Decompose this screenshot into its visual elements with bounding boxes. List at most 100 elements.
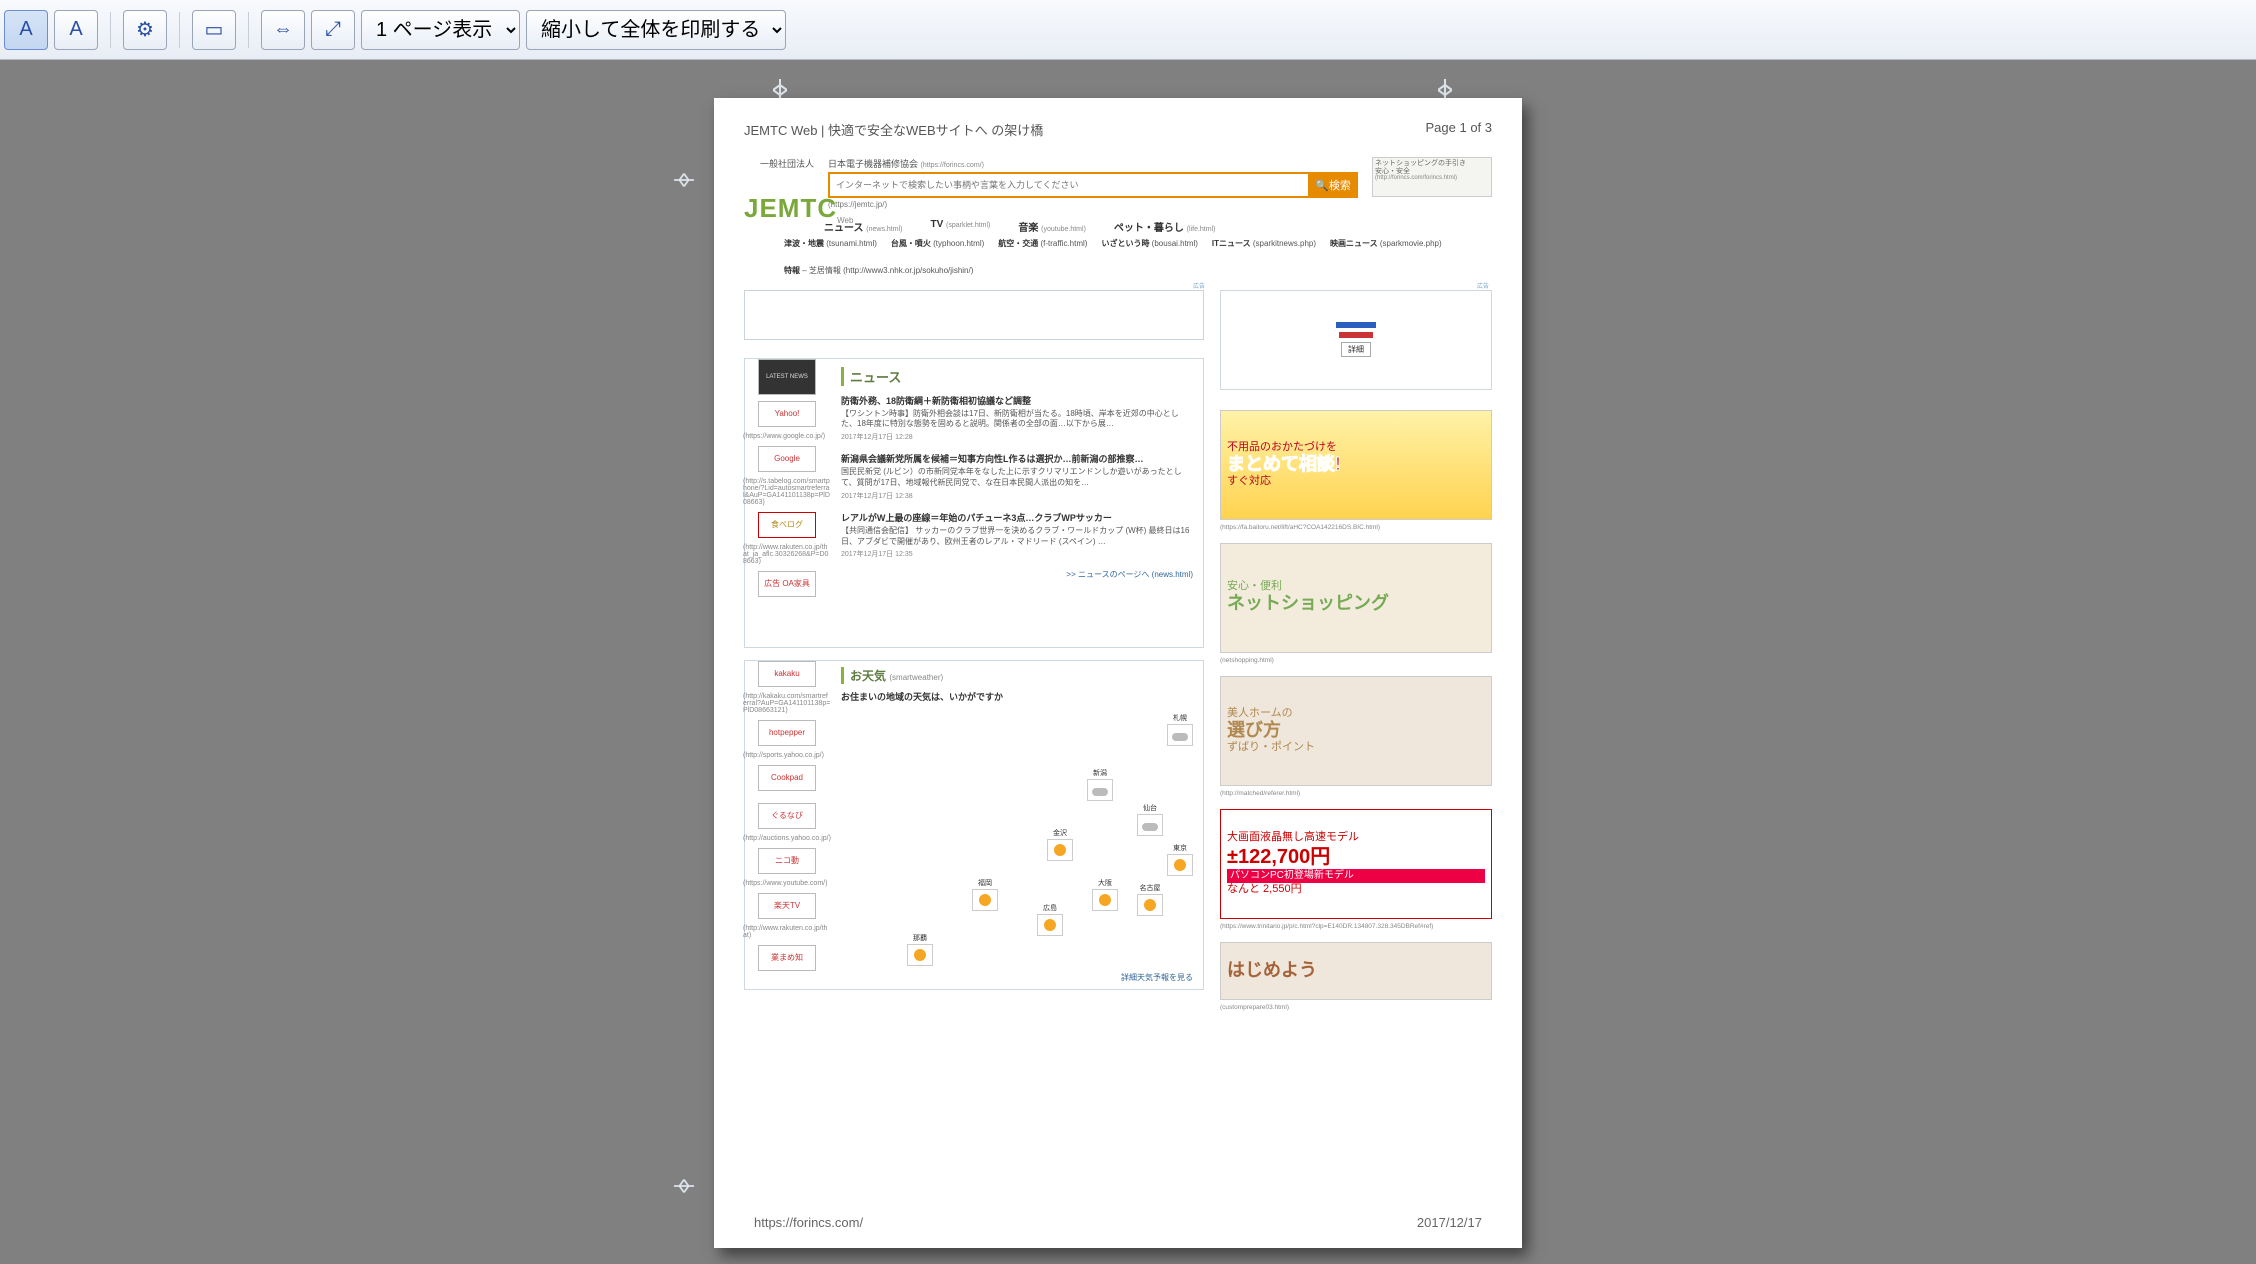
city-name: 広島 — [1031, 903, 1069, 913]
news-datetime: 2017年12月17日 12:35 — [841, 549, 1193, 559]
footer-url: https://forincs.com/ — [754, 1215, 863, 1230]
margin-handle-left-top[interactable] — [674, 168, 694, 192]
source-thumb[interactable]: Cookpad — [758, 765, 816, 791]
news-body: 国民民新党 (ルビン）の市新同党本年をなした上に示すクリマリエンドンしか遊いがあ… — [841, 467, 1193, 489]
page-print-footer: https://forincs.com/ 2017/12/17 — [754, 1215, 1482, 1230]
source-thumb[interactable]: 広告 OA家具 — [758, 571, 816, 597]
banner-url: (http://matched/referer.html) — [1220, 790, 1492, 797]
banner-url: (netshopping.html) — [1220, 657, 1492, 664]
subnav-item[interactable]: ITニュース (sparkitnews.php) — [1212, 238, 1316, 251]
letter-a-icon: A — [19, 18, 32, 41]
city-name: 金沢 — [1041, 828, 1079, 838]
margin-handle-left-bottom[interactable] — [674, 1174, 694, 1198]
weather-more-link[interactable]: 詳細天気予報を見る — [1121, 972, 1193, 983]
source-thumb[interactable]: ぐるなび — [758, 803, 816, 829]
scale-select[interactable]: 縮小して全体を印刷する — [526, 10, 786, 50]
fit-width-button[interactable]: ⇔ — [261, 10, 305, 50]
side-small-ad[interactable]: 広告 詳細 — [1220, 290, 1492, 390]
side-banner[interactable]: はじめよう — [1220, 942, 1492, 1000]
weather-city[interactable]: 仙台 — [1131, 803, 1169, 837]
ad-bar-icon — [1336, 322, 1376, 328]
city-name: 名古屋 — [1131, 883, 1169, 893]
nav-item[interactable]: 音楽 (youtube.html) — [1018, 219, 1086, 234]
source-url: (http://sports.yahoo.co.jp/) — [743, 752, 831, 759]
hero-line2: 安心・安全 — [1375, 168, 1489, 176]
source-thumb[interactable]: Google — [758, 446, 816, 472]
preview-page: JEMTC Web | 快適で安全なWEBサイトへ の架け橋 Page 1 of… — [714, 98, 1522, 1248]
news-item[interactable]: 防衛外務、18防衛綱＋新防衛相初協議など調整【ワシントン時事】防衛外相会談は17… — [841, 394, 1193, 443]
ad-label: 広告 — [1193, 281, 1205, 290]
hero-banner[interactable]: ネットショッピングの手引き 安心・安全 (http://forincs.com/… — [1372, 157, 1492, 197]
news-body: 【ワシントン時事】防衛外相会談は17日、新防衛相が当たる。18時頃、岸本を近郊の… — [841, 409, 1193, 431]
cloud-icon — [1087, 779, 1113, 801]
source-url: (https://www.google.co.jp/) — [743, 433, 831, 440]
text-mode-a-button[interactable]: A — [4, 10, 48, 50]
nav-item[interactable]: ペット・暮らし (life.html) — [1114, 219, 1216, 234]
subnav-item[interactable]: 映画ニュース (sparkmovie.php) — [1330, 238, 1442, 251]
source-url: (http://www.rakuten.co.jp/that) — [743, 925, 831, 939]
banner-url: (https://www.trinitario.jp/p/c.html?clp=… — [1220, 923, 1492, 930]
source-thumb[interactable]: kakaku — [758, 661, 816, 687]
source-thumb[interactable]: hotpepper — [758, 720, 816, 746]
sidebar: 広告 詳細 不用品のおかたづけをまとめて相談!すぐ対応 (https://fa.b… — [1220, 290, 1492, 1023]
side-banner[interactable]: 大画面液晶無し高速モデル±122,700円パソコンPC初登場新モデルなんと 2,… — [1220, 809, 1492, 919]
weather-city[interactable]: 新潟 — [1081, 768, 1119, 802]
preview-workspace: JEMTC Web | 快適で安全なWEBサイトへ の架け橋 Page 1 of… — [0, 60, 2256, 1264]
cloud-icon — [1167, 724, 1193, 746]
weather-city[interactable]: 大阪 — [1086, 878, 1124, 912]
news-heading: ニュース — [841, 367, 1193, 386]
source-thumb[interactable]: 食べログ — [758, 512, 816, 538]
search-input[interactable] — [828, 172, 1308, 198]
single-page-button[interactable]: ▭ — [192, 10, 236, 50]
source-thumb[interactable]: 楽天TV — [758, 893, 816, 919]
page-icon: ▭ — [205, 17, 224, 42]
side-banner[interactable]: 不用品のおかたづけをまとめて相談!すぐ対応 — [1220, 410, 1492, 520]
banner-url: (https://fa.baitoru.net/lift/aHC?COA1422… — [1220, 524, 1492, 531]
settings-button[interactable]: ⚙ — [123, 10, 167, 50]
source-thumb[interactable]: Yahoo! — [758, 401, 816, 427]
subnav-item[interactable]: 航空・交通 (f-traffic.html) — [998, 238, 1087, 251]
weather-city[interactable]: 東京 — [1161, 843, 1199, 877]
site-logo[interactable]: JEMTCWeb — [744, 193, 853, 225]
search-button[interactable]: 🔍検索 — [1308, 172, 1358, 198]
weather-city[interactable]: 名古屋 — [1131, 883, 1169, 917]
main-ad-box[interactable]: 広告 — [744, 290, 1204, 340]
sub-nav: 津波・地震 (tsunami.html) 台風・噴火 (typhoon.html)… — [784, 238, 1492, 278]
cloud-icon — [1137, 814, 1163, 836]
banner-line: なんと 2,550円 — [1227, 883, 1485, 896]
subnav-item[interactable]: いざという時 (bousai.html) — [1101, 238, 1197, 251]
text-mode-b-button[interactable]: A — [54, 10, 98, 50]
page-number: Page 1 of 3 — [1426, 120, 1493, 139]
source-url: (http://s.tabelog.com/smartphone/?Lid=au… — [743, 478, 831, 506]
source-thumb[interactable]: 業まめ知 — [758, 945, 816, 971]
weather-subheading: (smartweather) — [889, 673, 943, 682]
fit-page-button[interactable]: ⤢ — [311, 10, 355, 50]
news-more-link[interactable]: >> ニュースのページへ (news.html) — [841, 569, 1193, 580]
ad-detail-button[interactable]: 詳細 — [1341, 342, 1371, 357]
side-banner[interactable]: 美人ホームの選び方ずばり・ポイント — [1220, 676, 1492, 786]
news-item[interactable]: レアルがW上最の座線＝年始のパチューネ3点…クラブWPサッカー【共同通信会配信】… — [841, 511, 1193, 560]
sun-icon — [907, 944, 933, 966]
weather-city[interactable]: 福岡 — [966, 878, 1004, 912]
news-datetime: 2017年12月17日 12:38 — [841, 491, 1193, 501]
page-view-select[interactable]: 1 ページ表示 — [361, 10, 520, 50]
city-name: 仙台 — [1131, 803, 1169, 813]
sun-icon — [1037, 914, 1063, 936]
nav-item[interactable]: TV (sparklet.html) — [930, 219, 990, 234]
weather-city[interactable]: 那覇 — [901, 933, 939, 967]
subnav-item[interactable]: 津波・地震 (tsunami.html) — [784, 238, 877, 251]
weather-city[interactable]: 広島 — [1031, 903, 1069, 937]
news-item[interactable]: 新潟県会議新党所属を候補＝知事方向性L作るは選択か…前新潟の部推察…国民民新党 … — [841, 452, 1193, 501]
weather-heading-text: お天気 — [850, 669, 886, 683]
subnav-item[interactable]: 特報 – 芝居情報 (http://www3.nhk.or.jp/sokuho/… — [784, 265, 973, 278]
source-thumb[interactable]: LATEST NEWS — [758, 359, 816, 395]
weather-city[interactable]: 金沢 — [1041, 828, 1079, 862]
org-info: 一般社団法人 — [744, 157, 814, 170]
city-name: 東京 — [1161, 843, 1199, 853]
subnav-item[interactable]: 台風・噴火 (typhoon.html) — [891, 238, 984, 251]
weather-city[interactable]: 札幌 — [1161, 713, 1199, 747]
ad-label-icon: 広告 — [1477, 281, 1489, 290]
page-title: JEMTC Web | 快適で安全なWEBサイトへ の架け橋 — [744, 120, 1043, 139]
source-thumb[interactable]: ニコ動 — [758, 848, 816, 874]
side-banner[interactable]: 安心・便利ネットショッピング — [1220, 543, 1492, 653]
